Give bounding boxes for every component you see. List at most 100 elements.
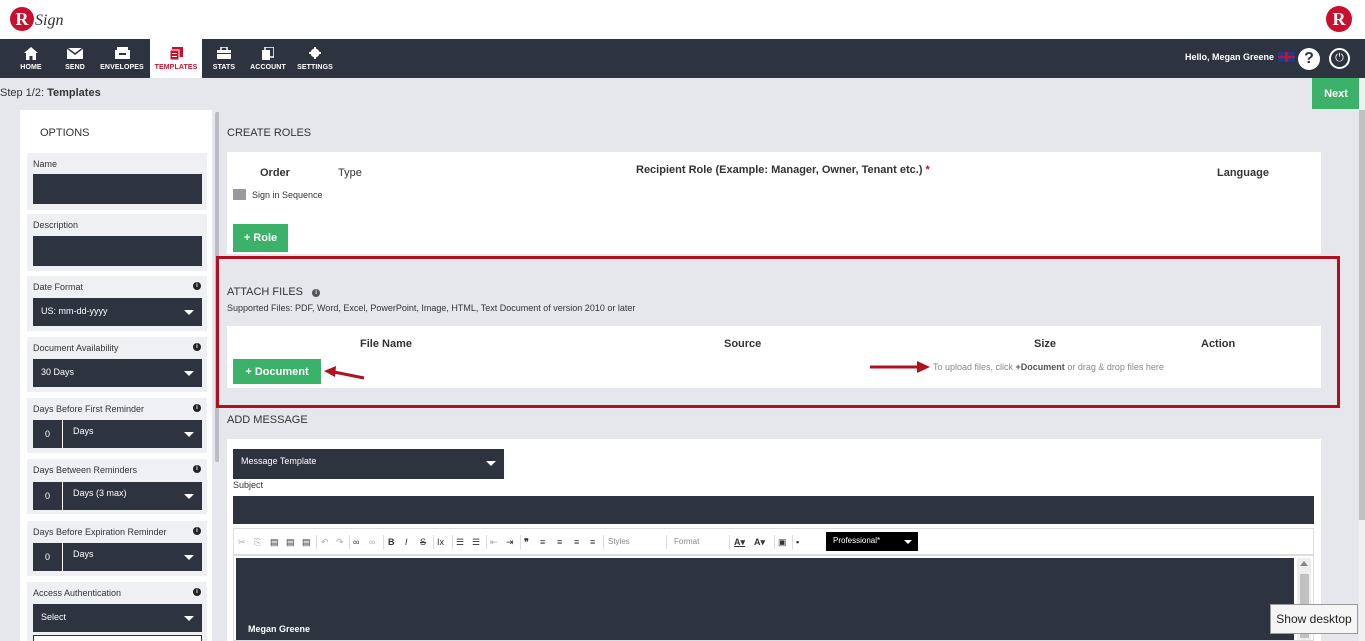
font-select[interactable]: Professional*: [826, 532, 918, 551]
date-format-select[interactable]: US: mm-dd-yyyy: [33, 298, 202, 326]
page-scroll-thumb[interactable]: [1359, 110, 1365, 520]
separator: [603, 535, 604, 549]
page-scrollbar[interactable]: [1359, 78, 1365, 641]
undo-icon[interactable]: ↶: [321, 537, 329, 548]
help-button[interactable]: ?: [1298, 48, 1320, 70]
name-input[interactable]: [33, 174, 202, 204]
checkbox[interactable]: [233, 189, 246, 200]
paste-text-icon[interactable]: ▤: [286, 537, 295, 548]
nav-send-label: SEND: [65, 64, 85, 71]
italic-icon[interactable]: I: [405, 537, 408, 547]
chevron-down-icon: [184, 371, 194, 376]
subject-input[interactable]: [233, 496, 1314, 524]
separator: [383, 535, 384, 549]
strikethrough-icon[interactable]: S: [420, 537, 426, 547]
background-color-icon[interactable]: A▾: [754, 537, 765, 548]
text-color-icon[interactable]: A▾: [734, 537, 745, 548]
clear-format-icon[interactable]: Ix: [437, 537, 444, 547]
nav-home[interactable]: HOME: [14, 39, 48, 78]
logo-text: Sign: [35, 12, 64, 29]
arrow-annotation: [324, 366, 365, 380]
signature-stamp-icon[interactable]: ▪: [796, 537, 799, 547]
next-button[interactable]: Next: [1312, 78, 1360, 109]
between-reminders-label: Days Between Reminders: [33, 465, 138, 475]
step-title: Templates: [47, 87, 101, 99]
info-icon[interactable]: i: [193, 465, 201, 473]
separator: [774, 535, 775, 549]
redo-icon[interactable]: ↷: [336, 537, 344, 548]
align-right-icon[interactable]: ≡: [574, 537, 579, 547]
numbered-list-icon[interactable]: ☰: [456, 537, 464, 548]
between-reminders-value: Days (3 max): [73, 488, 127, 498]
info-icon[interactable]: i: [193, 282, 201, 290]
nav-home-label: HOME: [20, 64, 42, 71]
bold-icon[interactable]: B: [388, 537, 395, 547]
add-role-button[interactable]: + Role: [233, 224, 288, 252]
font-select-value: Professional*: [833, 536, 881, 545]
nav-templates[interactable]: TEMPLATES: [150, 39, 202, 78]
options-sidebar: OPTIONS Name Description Date Format i U…: [20, 110, 212, 641]
roles-card: Order Type Recipient Role (Example: Mana…: [227, 152, 1321, 254]
step-indicator: Step 1/2: Templates: [0, 87, 101, 99]
nav-settings[interactable]: SETTINGS: [296, 39, 334, 78]
paste-word-icon[interactable]: ▤: [302, 537, 311, 548]
info-icon[interactable]: i: [193, 343, 201, 351]
message-editor[interactable]: Megan Greene: [233, 555, 1314, 641]
rsign-logo[interactable]: R Sign: [10, 5, 63, 33]
access-auth-select[interactable]: Select: [33, 604, 202, 632]
copy-icon[interactable]: ⎘: [254, 537, 261, 548]
indent-icon[interactable]: ⇥: [506, 537, 514, 548]
chevron-down-icon: [184, 310, 194, 315]
first-reminder-number[interactable]: 0: [33, 420, 63, 448]
info-icon[interactable]: i: [193, 404, 201, 412]
sign-in-sequence[interactable]: Sign in Sequence: [233, 189, 323, 200]
description-input[interactable]: [33, 236, 202, 266]
first-reminder-select[interactable]: 0 Days: [33, 420, 202, 448]
access-auth-label: Access Authentication: [33, 588, 122, 598]
date-format-group: Date Format i US: mm-dd-yyyy: [27, 276, 207, 331]
align-left-icon[interactable]: ≡: [540, 537, 545, 547]
col-order: Order: [260, 167, 290, 179]
message-template-select[interactable]: Message Template: [233, 449, 504, 479]
between-reminders-number[interactable]: 0: [33, 482, 63, 510]
logout-button[interactable]: ⏻: [1329, 48, 1350, 69]
bullet-list-icon[interactable]: ☰: [472, 537, 480, 548]
justify-icon[interactable]: ≡: [590, 537, 595, 547]
col-language: Language: [1217, 167, 1269, 179]
align-center-icon[interactable]: ≡: [557, 537, 562, 547]
unlink-icon[interactable]: ∞: [369, 537, 375, 547]
briefcase-icon: [216, 46, 232, 60]
uk-flag-icon[interactable]: [1278, 52, 1295, 62]
expiration-label: Days Before Expiration Reminder: [33, 527, 167, 537]
blockquote-icon[interactable]: ❞: [524, 537, 529, 548]
editor-content[interactable]: Megan Greene: [236, 558, 1294, 640]
doc-availability-select[interactable]: 30 Days: [33, 359, 202, 387]
format-dropdown[interactable]: Format: [674, 537, 699, 546]
outdent-icon[interactable]: ⇤: [490, 537, 498, 548]
sign-in-sequence-label: Sign in Sequence: [252, 189, 323, 200]
separator: [666, 535, 667, 549]
nav-stats[interactable]: STATS: [209, 39, 239, 78]
expiration-select[interactable]: 0 Days: [33, 543, 202, 571]
chevron-down-icon: [184, 616, 194, 621]
scroll-up-icon[interactable]: [1300, 561, 1308, 566]
expiration-number[interactable]: 0: [33, 543, 63, 571]
info-icon[interactable]: i: [193, 588, 201, 596]
cut-icon[interactable]: ✂: [238, 537, 246, 548]
styles-dropdown[interactable]: Styles: [608, 537, 630, 546]
nav-envelopes[interactable]: ENVELOPES: [100, 39, 144, 78]
home-icon: [23, 46, 39, 60]
separator: [520, 535, 521, 549]
paste-icon[interactable]: ▤: [270, 537, 279, 548]
logo-mark: R: [10, 7, 34, 31]
expiration-group: Days Before Expiration Reminder i 0 Days: [27, 521, 207, 576]
between-reminders-select[interactable]: 0 Days (3 max): [33, 482, 202, 510]
link-icon[interactable]: ∞: [353, 537, 359, 547]
next-field-edge: [33, 635, 202, 641]
nav-account[interactable]: ACCOUNT: [249, 39, 287, 78]
image-icon[interactable]: ▣: [778, 537, 787, 548]
nav-send[interactable]: SEND: [58, 39, 92, 78]
access-auth-value: Select: [41, 612, 67, 622]
description-label: Description: [33, 220, 79, 230]
info-icon[interactable]: i: [193, 527, 201, 535]
